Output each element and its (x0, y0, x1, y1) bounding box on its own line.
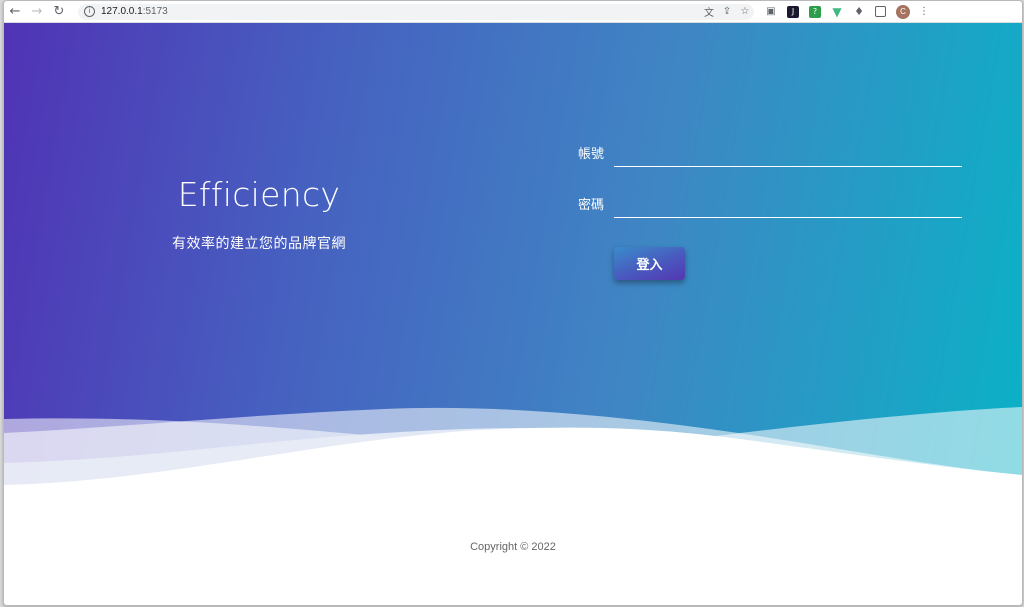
bookmark-star-icon[interactable]: ☆ (736, 3, 754, 21)
brand-subtitle: 有效率的建立您的品牌官網 (172, 235, 346, 251)
browser-toolbar: ← → ↻ i 127.0.0.1:5173 文 ⇪ ☆ ▣ J ? ▼ ♦ C… (4, 1, 1022, 23)
url-port: :5173 (142, 6, 168, 17)
browser-window: ← → ↻ i 127.0.0.1:5173 文 ⇪ ☆ ▣ J ? ▼ ♦ C… (3, 0, 1023, 606)
account-label: 帳號 (578, 146, 605, 161)
wave-decoration (4, 407, 1022, 605)
copyright-text: Copyright © 2022 (470, 541, 556, 553)
share-icon[interactable]: ⇪ (718, 3, 736, 21)
extension-icon[interactable]: J (787, 5, 799, 18)
avatar[interactable]: C (896, 4, 910, 19)
password-input[interactable] (614, 195, 962, 218)
url-host: 127.0.0.1 (101, 6, 143, 17)
camera-icon[interactable]: ▣ (765, 6, 777, 18)
brand-title: Efficiency (177, 175, 341, 214)
password-row: 密碼 (578, 194, 962, 218)
address-bar[interactable]: i 127.0.0.1:5173 文 ⇪ ☆ (78, 3, 754, 21)
translate-icon[interactable]: 文 (700, 3, 718, 21)
account-row: 帳號 (578, 143, 962, 167)
extensions-area: ▣ J ? ▼ ♦ C ⋮ (760, 3, 933, 21)
forward-icon[interactable]: → (26, 1, 48, 22)
account-input[interactable] (614, 144, 962, 167)
reload-icon[interactable]: ↻ (48, 1, 70, 22)
extension-icon[interactable]: ? (809, 5, 821, 18)
vue-devtools-icon[interactable]: ▼ (831, 5, 843, 19)
login-button[interactable]: 登入 (614, 247, 685, 280)
back-icon[interactable]: ← (4, 1, 26, 22)
info-icon[interactable]: i (84, 6, 95, 17)
password-label: 密碼 (578, 197, 605, 212)
more-icon[interactable]: ⋮ (915, 3, 933, 21)
sidepanel-icon[interactable] (875, 6, 886, 17)
puzzle-icon[interactable]: ♦ (853, 5, 865, 18)
login-page: Efficiency 有效率的建立您的品牌官網 帳號 密碼 登入 Copyrig… (4, 23, 1022, 605)
